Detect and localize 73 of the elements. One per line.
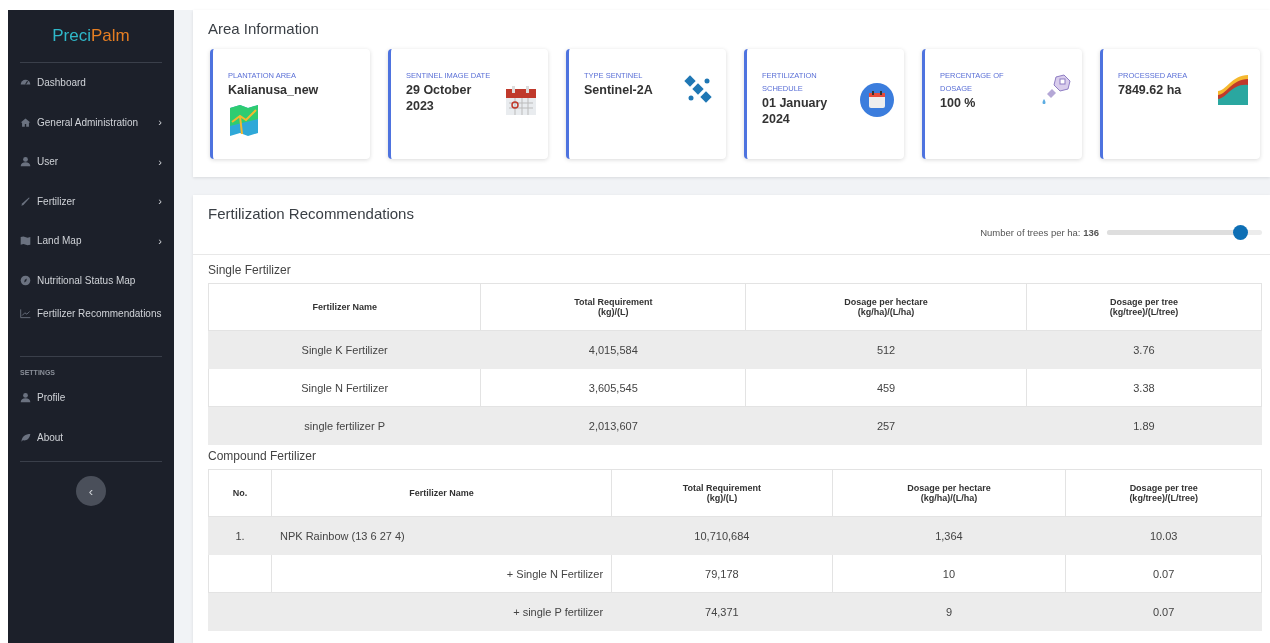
sidebar-item[interactable]: About bbox=[8, 417, 174, 457]
sidebar-item[interactable]: Fertilizer Recommendations bbox=[8, 300, 174, 352]
table-cell: + single P fertilizer bbox=[271, 592, 612, 631]
chevron-icon: › bbox=[158, 155, 162, 168]
collapse-sidebar-button[interactable]: ‹ bbox=[76, 476, 106, 506]
sidebar-item[interactable]: Nutritional Status Map bbox=[8, 260, 174, 300]
panel-title: Fertilization Recommendations bbox=[207, 204, 415, 224]
table-cell: 0.07 bbox=[1065, 592, 1262, 631]
empty-cell bbox=[208, 554, 272, 593]
chevron-icon: › bbox=[158, 195, 162, 208]
column-header: Total Requirement (kg)/(L) bbox=[611, 469, 833, 517]
table-cell: 79,178 bbox=[611, 554, 833, 593]
table-cell: 0.07 bbox=[1065, 554, 1262, 593]
section-title: Compound Fertilizer bbox=[207, 448, 318, 465]
table-cell: 10 bbox=[832, 554, 1066, 593]
table-cell: 3.38 bbox=[1026, 368, 1262, 407]
table-cell: 74,371 bbox=[611, 592, 833, 631]
sidebar-item[interactable]: Fertilizer › bbox=[8, 181, 174, 221]
table-cell: 1. bbox=[208, 516, 272, 555]
column-header: Fertilizer Name bbox=[208, 283, 481, 331]
table-cell: 10.03 bbox=[1065, 516, 1262, 555]
card-value: Sentinel-2A bbox=[584, 82, 653, 98]
table-cell: single fertilizer P bbox=[208, 406, 481, 445]
user-icon bbox=[20, 392, 31, 404]
chevron-icon: › bbox=[158, 116, 162, 129]
card-value: Kalianusa_new bbox=[228, 82, 319, 98]
calendar-icon bbox=[860, 83, 894, 117]
calendar-icon bbox=[504, 83, 538, 117]
home-icon bbox=[20, 116, 31, 128]
table-cell: Single K Fertilizer bbox=[208, 330, 481, 369]
chevron-icon: › bbox=[158, 234, 162, 247]
column-header: Dosage per hectare (kg/ha)/(L/ha) bbox=[832, 469, 1066, 517]
card-value: 100 % bbox=[940, 95, 976, 111]
column-header: Fertilizer Name bbox=[271, 469, 612, 517]
table-cell: 459 bbox=[745, 368, 1027, 407]
table-cell: Single N Fertilizer bbox=[208, 368, 481, 407]
trees-slider[interactable] bbox=[1107, 225, 1262, 240]
table-cell: 2,013,607 bbox=[480, 406, 746, 445]
column-header: Dosage per tree (kg/tree)/(L/tree) bbox=[1026, 283, 1262, 331]
app-logo[interactable]: PreciPalm bbox=[20, 10, 162, 63]
panel-title: Area Information bbox=[207, 19, 320, 39]
sidebar-item[interactable]: Dashboard bbox=[8, 63, 174, 103]
sidebar-item[interactable]: Land Map › bbox=[8, 221, 174, 261]
table-cell: 512 bbox=[745, 330, 1027, 369]
compass-icon bbox=[20, 274, 31, 286]
column-header: Dosage per hectare (kg/ha)/(L/ha) bbox=[745, 283, 1027, 331]
table-cell: 4,015,584 bbox=[480, 330, 746, 369]
table-cell: 1.89 bbox=[1026, 406, 1262, 445]
card-value: 7849.62 ha bbox=[1118, 82, 1182, 98]
column-header: Dosage per tree (kg/tree)/(L/tree) bbox=[1065, 469, 1262, 517]
chart-icon bbox=[20, 308, 31, 319]
table-cell: 1,364 bbox=[832, 516, 1066, 555]
table-cell: 3.76 bbox=[1026, 330, 1262, 369]
section-title: Single Fertilizer bbox=[193, 254, 1270, 283]
column-header: No. bbox=[208, 469, 272, 517]
column-header: Total Requirement (kg)/(L) bbox=[480, 283, 746, 331]
table-cell: 10,710,684 bbox=[611, 516, 833, 555]
table-cell: NPK Rainbow (13 6 27 4) bbox=[271, 516, 612, 555]
sidebar-item[interactable]: Profile bbox=[8, 378, 174, 418]
user-icon bbox=[20, 156, 31, 168]
card-value: 29 October 2023 bbox=[406, 82, 473, 114]
sidebar-item[interactable]: User › bbox=[8, 142, 174, 182]
table-cell: 3,605,545 bbox=[480, 368, 746, 407]
sidebar-item[interactable]: General Administration › bbox=[8, 102, 174, 142]
leaf-icon bbox=[20, 431, 31, 443]
table-cell: 9 bbox=[832, 592, 1066, 631]
pen-icon bbox=[20, 195, 31, 207]
map-icon bbox=[20, 235, 31, 247]
slider-label: Number of trees per ha: 136 bbox=[980, 227, 1099, 238]
table-cell: + Single N Fertilizer bbox=[271, 554, 612, 593]
area-chart-icon bbox=[1216, 73, 1250, 107]
table-cell: 257 bbox=[745, 406, 1027, 445]
card-value: 01 January 2024 bbox=[762, 95, 829, 127]
